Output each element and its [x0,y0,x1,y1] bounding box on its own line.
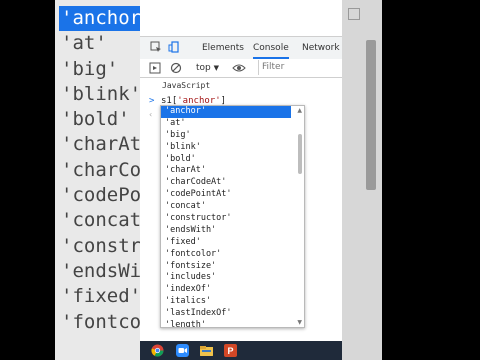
tab-console[interactable]: Console [253,37,289,59]
zoomed-list-item: 'codePo [61,184,140,207]
result-arrow-icon: ‹ [149,110,153,119]
zoomed-list-item: 'charCo [61,158,140,181]
zoomed-background-left: 'anchor''at''big''blink''bold''charAt''c… [55,0,140,360]
scroll-up-icon[interactable]: ▲ [297,107,302,114]
autocomplete-item[interactable]: 'charCodeAt' [161,177,291,189]
autocomplete-item[interactable]: 'fixed' [161,237,291,249]
device-toggle-icon[interactable] [168,41,180,53]
autocomplete-item[interactable]: 'concat' [161,201,291,213]
sidebar-toggle-icon[interactable] [149,62,161,74]
autocomplete-item[interactable]: 'lastIndexOf' [161,308,291,320]
scroll-down-icon[interactable]: ▼ [297,319,302,326]
zoomed-list-item: 'at' [61,32,107,55]
taskbar: P [140,341,342,360]
autocomplete-item[interactable]: 'blink' [161,142,291,154]
devtools-panel: Elements Console Network top ▼ Filter Ja… [140,0,342,341]
eye-icon[interactable] [232,62,246,74]
zoomed-list-item: 'constr [61,234,140,257]
autocomplete-item[interactable]: 'italics' [161,296,291,308]
console-toolbar: top ▼ Filter [140,59,342,78]
context-selector[interactable]: top ▼ [196,59,219,77]
console-prompt: > [149,96,155,106]
zoomed-list-item: 'big' [61,57,119,80]
chevron-down-icon: ▼ [213,64,220,72]
tab-network[interactable]: Network [302,37,340,59]
autocomplete-item[interactable]: 'endsWith' [161,225,291,237]
filter-input[interactable]: Filter [258,60,340,75]
zoomed-list-item: 'fixed' [61,285,140,308]
tab-elements[interactable]: Elements [202,37,244,59]
autocomplete-item[interactable]: 'indexOf' [161,284,291,296]
zoomed-list-item: 'charAt' [61,133,140,156]
autocomplete-item[interactable]: 'bold' [161,154,291,166]
chrome-icon[interactable] [151,344,164,357]
autocomplete-item[interactable]: 'constructor' [161,213,291,225]
zoomed-list-item: 'blink' [61,82,140,105]
zoom-icon[interactable] [176,344,189,357]
context-label: top [196,63,211,73]
clear-console-icon[interactable] [170,62,182,74]
zoomed-suggestion-list: 'anchor''at''big''blink''bold''charAt''c… [59,6,140,335]
devtools-tabbar: Elements Console Network [140,36,342,60]
autocomplete-item[interactable]: 'fontsize' [161,261,291,273]
zoomed-list-item: 'endsWi [61,259,140,282]
zoomed-list-item: 'anchor' [59,6,140,32]
console-group-label: JavaScript [162,81,211,90]
autocomplete-item[interactable]: 'big' [161,130,291,142]
svg-text:P: P [227,346,233,356]
autocomplete-item[interactable]: 'charAt' [161,165,291,177]
zoomed-background-right [342,0,382,360]
autocomplete-scrollbar[interactable] [298,134,302,174]
autocomplete-item[interactable]: 'anchor' [161,106,291,118]
autocomplete-item[interactable]: 'fontcolor' [161,249,291,261]
zoomed-checkbox-icon [348,8,360,20]
autocomplete-list: 'anchor''at''big''blink''bold''charAt''c… [161,106,304,327]
inspect-icon[interactable] [150,41,162,53]
autocomplete-item[interactable]: 'includes' [161,272,291,284]
zoomed-list-item: 'bold' [61,108,130,131]
autocomplete-item[interactable]: 'codePointAt' [161,189,291,201]
autocomplete-item[interactable]: 'at' [161,118,291,130]
zoomed-list-item: 'fontco [61,310,140,333]
autocomplete-item[interactable]: 'length' [161,320,291,327]
autocomplete-dropdown: 'anchor''at''big''blink''bold''charAt''c… [160,105,305,328]
zoomed-scrollbar [366,40,376,190]
powerpoint-icon[interactable]: P [224,344,237,357]
zoomed-list-item: 'concat [61,209,140,232]
file-explorer-icon[interactable] [200,344,213,357]
